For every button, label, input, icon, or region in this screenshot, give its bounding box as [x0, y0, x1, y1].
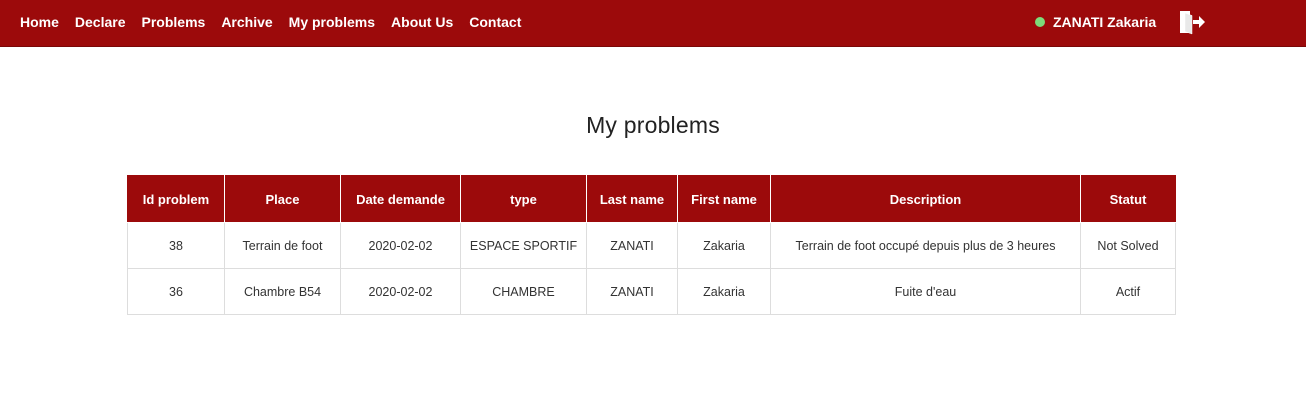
cell-first-name: Zakaria	[677, 222, 771, 269]
problems-table: Id problem Place Date demande type Last …	[127, 175, 1176, 315]
column-header-place: Place	[224, 175, 341, 223]
column-header-type: type	[460, 175, 587, 223]
cell-last-name: ZANATI	[586, 268, 678, 315]
table-row: 36 Chambre B54 2020-02-02 CHAMBRE ZANATI…	[127, 268, 1176, 315]
cell-place: Chambre B54	[224, 268, 341, 315]
column-header-description: Description	[770, 175, 1081, 223]
nav-link-declare[interactable]: Declare	[75, 14, 126, 30]
cell-last-name: ZANATI	[586, 222, 678, 269]
cell-statut: Actif	[1080, 268, 1176, 315]
cell-description: Fuite d'eau	[770, 268, 1081, 315]
column-header-last-name: Last name	[586, 175, 678, 223]
nav-link-my-problems[interactable]: My problems	[289, 14, 375, 30]
user-name: ZANATI Zakaria	[1053, 13, 1157, 30]
column-header-date: Date demande	[340, 175, 461, 223]
nav-links: Home Declare Problems Archive My problem…	[20, 0, 521, 43]
cell-date: 2020-02-02	[340, 222, 461, 269]
nav-link-about-us[interactable]: About Us	[391, 14, 453, 30]
cell-place: Terrain de foot	[224, 222, 341, 269]
nav-link-contact[interactable]: Contact	[469, 14, 521, 30]
cell-type: CHAMBRE	[460, 268, 587, 315]
user-area: ZANATI Zakaria	[1035, 0, 1156, 43]
table-row: 38 Terrain de foot 2020-02-02 ESPACE SPO…	[127, 222, 1176, 269]
cell-id: 36	[127, 268, 225, 315]
cell-statut: Not Solved	[1080, 222, 1176, 269]
cell-first-name: Zakaria	[677, 268, 771, 315]
column-header-statut: Statut	[1080, 175, 1176, 223]
top-navbar: Home Declare Problems Archive My problem…	[0, 0, 1306, 47]
nav-link-home[interactable]: Home	[20, 14, 59, 30]
cell-description: Terrain de foot occupé depuis plus de 3 …	[770, 222, 1081, 269]
page-title: My problems	[586, 112, 720, 138]
column-header-first-name: First name	[677, 175, 771, 223]
cell-date: 2020-02-02	[340, 268, 461, 315]
table-header-row: Id problem Place Date demande type Last …	[127, 175, 1176, 223]
online-status-icon	[1035, 16, 1045, 27]
nav-link-archive[interactable]: Archive	[221, 14, 272, 30]
cell-id: 38	[127, 222, 225, 269]
problems-table-container: Id problem Place Date demande type Last …	[127, 175, 1176, 315]
column-header-id: Id problem	[127, 175, 225, 223]
logout-icon[interactable]	[1178, 9, 1206, 35]
nav-link-problems[interactable]: Problems	[142, 14, 206, 30]
cell-type: ESPACE SPORTIF	[460, 222, 587, 269]
